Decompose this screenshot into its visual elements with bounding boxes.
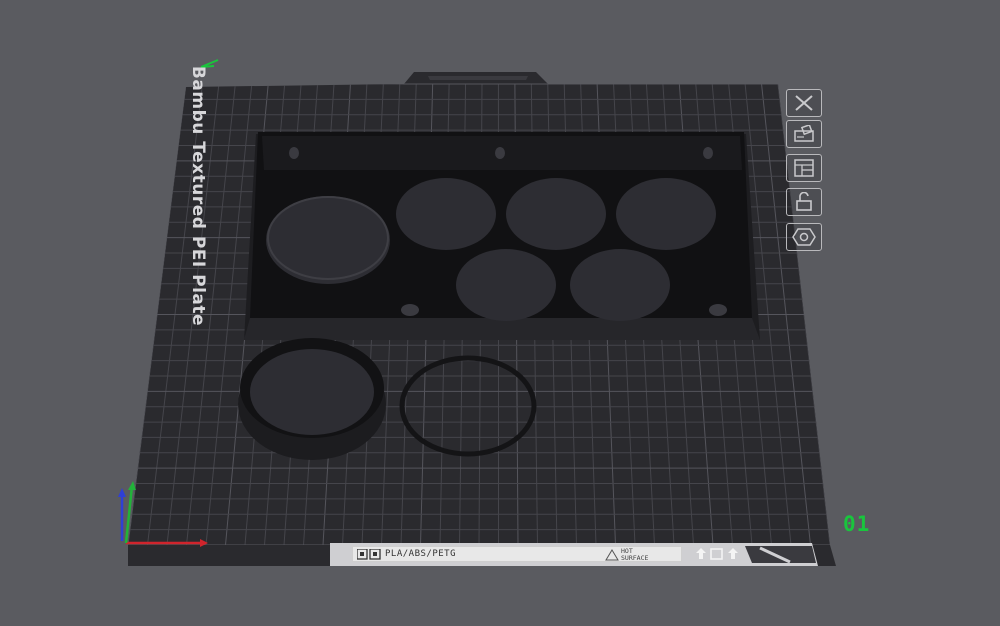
hot-surface-text: HOT SURFACE	[621, 547, 649, 562]
plate-bottom-notch	[745, 546, 816, 563]
plate-top-tab-slot	[428, 76, 528, 80]
large-part-front-edge	[244, 318, 760, 340]
lock-plate-button[interactable]	[786, 188, 822, 216]
lock-icon	[796, 192, 812, 211]
plate-number: 01	[843, 512, 871, 536]
arrange-button[interactable]	[786, 120, 822, 148]
arrange-icon	[794, 125, 814, 142]
plate-orientation-icons	[696, 548, 738, 560]
thick-ring-part	[238, 338, 386, 460]
layout-button[interactable]	[786, 154, 822, 182]
plate-qr-icon	[357, 549, 381, 560]
close-icon	[795, 95, 813, 111]
close-plate-button[interactable]	[786, 89, 822, 117]
plate-info-strip: PLA/ABS/PETG HOT SURFACE	[352, 546, 682, 562]
material-text: PLA/ABS/PETG	[385, 549, 457, 559]
plate-type-label: Bambu Textured PEI Plate	[188, 65, 208, 327]
hex-settings-icon	[792, 228, 816, 246]
warning-icon	[605, 549, 619, 561]
plate-settings-button[interactable]	[786, 223, 822, 251]
layout-icon	[794, 159, 814, 177]
